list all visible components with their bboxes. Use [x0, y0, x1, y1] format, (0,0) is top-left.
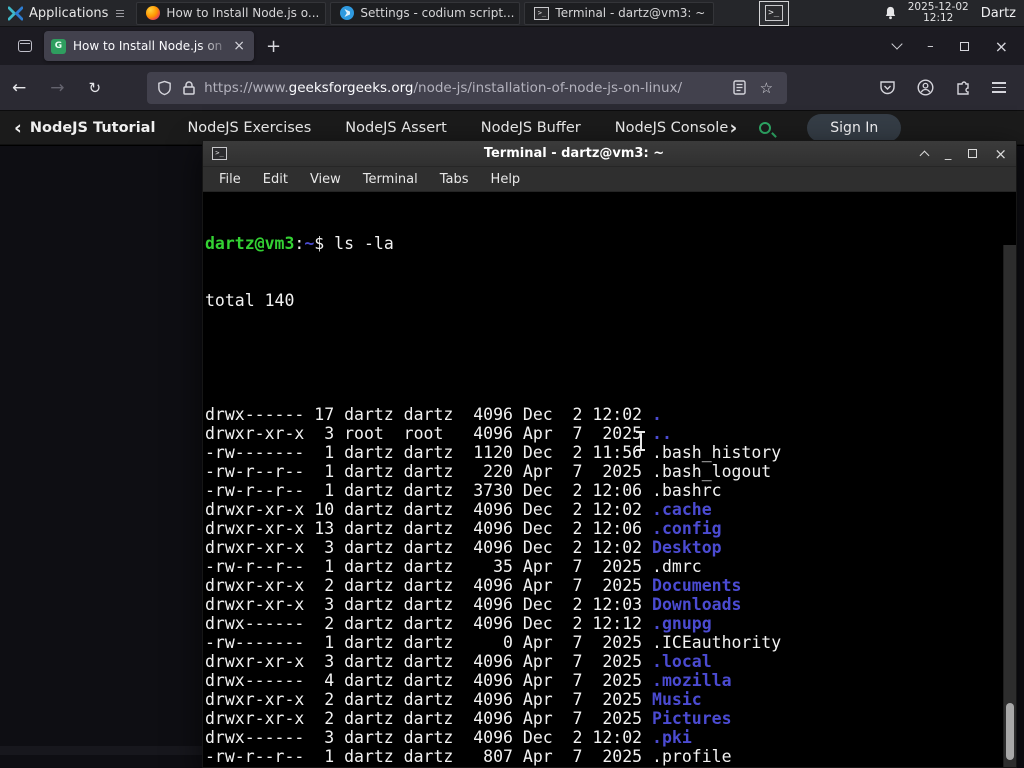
- terminal-icon: >_: [764, 5, 783, 21]
- ls-row: -rw-r--r-- 1 dartz dartz 220 Apr 7 2025 …: [205, 462, 772, 481]
- maximize-button[interactable]: [968, 149, 978, 158]
- ls-row: drwxr-xr-x 2 dartz dartz 4096 Apr 7 2025…: [205, 576, 742, 595]
- ls-row: drwx------ 17 dartz dartz 4096 Dec 2 12:…: [205, 405, 662, 424]
- ls-row: drwxr-xr-x 10 dartz dartz 4096 Dec 2 12:…: [205, 500, 712, 519]
- url-bar[interactable]: https://www.geeksforgeeks.org/node-js/in…: [147, 71, 788, 104]
- tab-close-icon[interactable]: ×: [231, 38, 247, 54]
- reader-mode-icon[interactable]: [732, 80, 746, 95]
- applications-logo-icon: [8, 5, 23, 21]
- window-maximize-button[interactable]: [959, 41, 969, 51]
- ls-row: drwxr-xr-x 3 dartz dartz 4096 Dec 2 12:0…: [205, 595, 742, 614]
- page-scrollbar[interactable]: [0, 746, 202, 755]
- search-icon[interactable]: [759, 121, 772, 134]
- terminal-window: >_ Terminal - dartz@vm3: ~ _ × File Edit V…: [202, 140, 1017, 768]
- taskbar-window-terminal[interactable]: >_ Terminal - dartz@vm3: ~: [524, 1, 715, 25]
- ls-output: drwx------ 17 dartz dartz 4096 Dec 2 12:…: [205, 348, 1016, 767]
- menu-lines-icon: [116, 9, 125, 17]
- tab-title: How to Install Node.js on: [73, 39, 223, 53]
- tab-bar: G How to Install Node.js on × + – ×: [0, 27, 1024, 65]
- ls-row: drwxr-xr-x 3 dartz dartz 4096 Dec 2 12:0…: [205, 538, 722, 557]
- lock-icon[interactable]: [182, 80, 196, 96]
- reload-button[interactable]: ↻: [77, 79, 114, 97]
- chevron-left-icon: ‹: [14, 116, 22, 139]
- taskbar-window-firefox[interactable]: How to Install Node.js o...: [136, 1, 327, 25]
- user-menu[interactable]: Dartz: [981, 6, 1016, 21]
- ls-row: drwx------ 2 dartz dartz 4096 Dec 2 12:1…: [205, 614, 712, 633]
- new-tab-button[interactable]: +: [266, 36, 281, 57]
- ls-row: -rw------- 1 dartz dartz 0 Apr 7 2025 .I…: [205, 633, 782, 652]
- scrollbar-thumb[interactable]: [1006, 703, 1014, 760]
- list-tabs-chevron-icon[interactable]: [891, 38, 903, 50]
- tab-active[interactable]: G How to Install Node.js on ×: [44, 31, 254, 61]
- prompt-line: dartz@vm3:~$ ls -la: [205, 234, 394, 253]
- bookmark-star-icon[interactable]: ☆: [760, 79, 773, 97]
- close-button[interactable]: ×: [994, 145, 1007, 163]
- back-button[interactable]: ←: [0, 78, 38, 98]
- terminal-launcher[interactable]: >_: [758, 0, 789, 26]
- menu-item[interactable]: File: [209, 169, 251, 190]
- menu-item[interactable]: Terminal: [353, 169, 428, 190]
- account-icon[interactable]: [917, 79, 934, 96]
- window-minimize-button[interactable]: –: [927, 39, 934, 54]
- menu-item[interactable]: Edit: [253, 169, 298, 190]
- clock[interactable]: 2025-12-02 12:12: [908, 2, 969, 24]
- ls-row: drwxr-xr-x 2 dartz dartz 4096 Apr 7 2025…: [205, 766, 1016, 767]
- taskbar-window-codium[interactable]: Settings - codium script...: [330, 1, 521, 25]
- notification-bell-icon[interactable]: [883, 5, 898, 21]
- menu-icon[interactable]: [992, 82, 1006, 93]
- menu-item[interactable]: Tabs: [430, 169, 479, 190]
- firefox-icon: [146, 6, 161, 20]
- navigation-toolbar: ← → ↻ https://www.geeksforgeeks.org/node…: [0, 65, 1024, 111]
- ls-row: -rw-r--r-- 1 dartz dartz 35 Apr 7 2025 .…: [205, 557, 702, 576]
- terminal-icon: >_: [212, 147, 227, 160]
- ls-row: drwxr-xr-x 3 dartz dartz 4096 Apr 7 2025…: [205, 652, 712, 671]
- chevron-right-icon[interactable]: ›: [729, 117, 737, 139]
- system-panel: Applications How to Install Node.js o...…: [0, 0, 1024, 27]
- nav-link[interactable]: NodeJS Console: [615, 120, 729, 136]
- menu-item[interactable]: View: [300, 169, 351, 190]
- terminal-scrollbar[interactable]: [1003, 245, 1016, 767]
- url-text: https://www.geeksforgeeks.org/node-js/in…: [204, 79, 683, 96]
- nav-back-link[interactable]: ‹ NodeJS Tutorial: [0, 116, 155, 139]
- ls-row: drwxr-xr-x 2 dartz dartz 4096 Apr 7 2025…: [205, 690, 702, 709]
- firefox-view-icon[interactable]: [12, 33, 38, 59]
- ls-row: drwx------ 3 dartz dartz 4096 Dec 2 12:0…: [205, 728, 692, 747]
- forward-button[interactable]: →: [38, 78, 76, 98]
- ls-row: drwxr-xr-x 13 dartz dartz 4096 Dec 2 12:…: [205, 519, 722, 538]
- ls-row: drwxr-xr-x 2 dartz dartz 4096 Apr 7 2025…: [205, 709, 732, 728]
- total-line: total 140: [205, 291, 295, 310]
- minimize-button[interactable]: _: [945, 146, 952, 161]
- nav-links: NodeJS Exercises NodeJS Assert NodeJS Buff…: [187, 120, 747, 136]
- window-close-button[interactable]: ×: [995, 37, 1008, 56]
- applications-menu-button[interactable]: Applications: [0, 0, 132, 27]
- ls-row: drwxr-xr-x 3 root root 4096 Apr 7 2025 .…: [205, 424, 672, 443]
- nav-link[interactable]: NodeJS Assert: [345, 120, 447, 136]
- terminal-content[interactable]: dartz@vm3:~$ ls -la total 140 drwx------…: [203, 193, 1016, 767]
- site-favicon: G: [51, 38, 66, 54]
- ls-row: drwx------ 4 dartz dartz 4096 Apr 7 2025…: [205, 671, 732, 690]
- ls-row: -rw-r--r-- 1 dartz dartz 3730 Dec 2 12:0…: [205, 481, 722, 500]
- ls-row: -rw-r--r-- 1 dartz dartz 807 Apr 7 2025 …: [205, 747, 732, 766]
- nav-link[interactable]: NodeJS Buffer: [481, 120, 581, 136]
- terminal-title: Terminal - dartz@vm3: ~: [483, 146, 665, 161]
- shade-window-button[interactable]: [919, 150, 930, 160]
- menu-item[interactable]: Help: [481, 169, 531, 190]
- terminal-menubar: File Edit View Terminal Tabs Help: [203, 167, 1016, 192]
- shield-icon[interactable]: [157, 80, 172, 96]
- sign-in-button[interactable]: Sign In: [807, 113, 902, 142]
- ls-row: -rw------- 1 dartz dartz 1120 Dec 2 11:5…: [205, 443, 782, 462]
- codium-icon: [340, 6, 355, 20]
- terminal-icon: >_: [534, 6, 550, 20]
- pocket-icon[interactable]: [879, 79, 896, 96]
- nav-link[interactable]: NodeJS Exercises: [187, 120, 311, 136]
- terminal-titlebar[interactable]: >_ Terminal - dartz@vm3: ~ _ ×: [203, 141, 1016, 167]
- extensions-icon[interactable]: [955, 79, 971, 96]
